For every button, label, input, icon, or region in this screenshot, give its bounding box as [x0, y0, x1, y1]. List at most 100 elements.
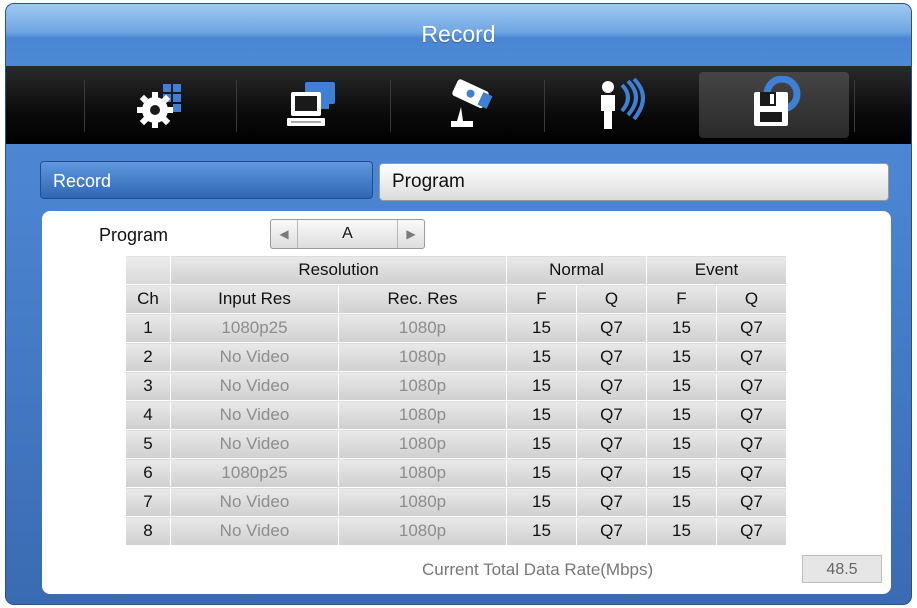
input-res-cell[interactable]: No Video [170, 516, 339, 546]
column-header-ch: Ch [125, 284, 171, 314]
column-header-event-f: F [646, 284, 717, 314]
normal-fps-cell[interactable]: 15 [506, 458, 577, 488]
data-rate-label: Current Total Data Rate(Mbps) [422, 560, 654, 579]
table-row: 8 No Video 1080p 15 Q7 15 Q7 [125, 516, 787, 546]
normal-quality-cell[interactable]: Q7 [576, 400, 647, 430]
input-res-cell[interactable]: No Video [170, 429, 339, 459]
normal-fps-cell[interactable]: 15 [506, 342, 577, 372]
camera-icon [451, 79, 493, 127]
column-group-event: Event [646, 255, 787, 285]
program-panel: Program ◀ A ▶ Resolution Normal Event Ch… [42, 211, 891, 594]
event-fps-cell[interactable]: 15 [646, 313, 717, 343]
rec-res-cell[interactable]: 1080p [338, 342, 507, 372]
event-quality-cell[interactable]: Q7 [716, 313, 787, 343]
event-quality-cell[interactable]: Q7 [716, 458, 787, 488]
normal-fps-cell[interactable]: 15 [506, 429, 577, 459]
content-area: Record Program Program ◀ A ▶ Resolution … [6, 144, 911, 604]
column-header-input-res: Input Res [170, 284, 339, 314]
table-header-blank [125, 255, 171, 285]
normal-fps-cell[interactable]: 15 [506, 516, 577, 546]
channel-cell: 2 [125, 342, 171, 372]
input-res-cell[interactable]: No Video [170, 342, 339, 372]
record-settings-table: Resolution Normal Event Ch Input Res Rec… [125, 255, 787, 546]
tab-program[interactable]: Program [379, 163, 889, 201]
event-fps-cell[interactable]: 15 [646, 371, 717, 401]
toolbar-separator [854, 80, 855, 132]
column-group-normal: Normal [506, 255, 647, 285]
channel-cell: 8 [125, 516, 171, 546]
event-quality-cell[interactable]: Q7 [716, 400, 787, 430]
table-row: 3 No Video 1080p 15 Q7 15 Q7 [125, 371, 787, 401]
normal-fps-cell[interactable]: 15 [506, 313, 577, 343]
channel-cell: 6 [125, 458, 171, 488]
tab-network[interactable] [238, 72, 388, 138]
event-quality-cell[interactable]: Q7 [716, 429, 787, 459]
normal-quality-cell[interactable]: Q7 [576, 487, 647, 517]
column-header-event-q: Q [716, 284, 787, 314]
tab-record-sub[interactable]: Record [40, 161, 373, 199]
event-fps-cell[interactable]: 15 [646, 429, 717, 459]
rec-res-cell[interactable]: 1080p [338, 400, 507, 430]
floppy-disk-icon [754, 76, 801, 126]
table-header-row: Ch Input Res Rec. Res F Q F Q [125, 284, 787, 314]
icon-toolbar [6, 66, 911, 144]
event-fps-cell[interactable]: 15 [646, 487, 717, 517]
event-fps-cell[interactable]: 15 [646, 342, 717, 372]
normal-quality-cell[interactable]: Q7 [576, 371, 647, 401]
normal-quality-cell[interactable]: Q7 [576, 429, 647, 459]
toolbar-separator [390, 80, 391, 132]
toolbar-separator [544, 80, 545, 132]
input-res-cell[interactable]: No Video [170, 371, 339, 401]
input-res-cell[interactable]: 1080p25 [170, 313, 339, 343]
chevron-right-icon[interactable]: ▶ [397, 220, 424, 248]
normal-quality-cell[interactable]: Q7 [576, 342, 647, 372]
tab-record[interactable] [699, 72, 849, 138]
normal-quality-cell[interactable]: Q7 [576, 313, 647, 343]
table-row: 1 1080p25 1080p 15 Q7 15 Q7 [125, 313, 787, 343]
event-fps-cell[interactable]: 15 [646, 458, 717, 488]
chevron-left-icon[interactable]: ◀ [271, 220, 298, 248]
event-sensor-icon [601, 77, 645, 129]
channel-cell: 3 [125, 371, 171, 401]
rec-res-cell[interactable]: 1080p [338, 487, 507, 517]
rec-res-cell[interactable]: 1080p [338, 371, 507, 401]
rec-res-cell[interactable]: 1080p [338, 313, 507, 343]
normal-fps-cell[interactable]: 15 [506, 487, 577, 517]
event-quality-cell[interactable]: Q7 [716, 487, 787, 517]
network-computer-icon [287, 82, 335, 126]
channel-cell: 1 [125, 313, 171, 343]
channel-cell: 7 [125, 487, 171, 517]
input-res-cell[interactable]: No Video [170, 487, 339, 517]
data-rate-value: 48.5 [802, 555, 882, 583]
table-row: 7 No Video 1080p 15 Q7 15 Q7 [125, 487, 787, 517]
input-res-cell[interactable]: 1080p25 [170, 458, 339, 488]
normal-fps-cell[interactable]: 15 [506, 400, 577, 430]
normal-quality-cell[interactable]: Q7 [576, 516, 647, 546]
rec-res-cell[interactable]: 1080p [338, 516, 507, 546]
normal-quality-cell[interactable]: Q7 [576, 458, 647, 488]
program-selector[interactable]: ◀ A ▶ [270, 219, 425, 249]
table-row: 4 No Video 1080p 15 Q7 15 Q7 [125, 400, 787, 430]
table-row: 5 No Video 1080p 15 Q7 15 Q7 [125, 429, 787, 459]
record-window: Record Record Program Program ◀ A ▶ Reso… [6, 4, 911, 604]
rec-res-cell[interactable]: 1080p [338, 429, 507, 459]
normal-fps-cell[interactable]: 15 [506, 371, 577, 401]
tab-system[interactable] [85, 72, 235, 138]
event-quality-cell[interactable]: Q7 [716, 342, 787, 372]
column-header-rec-res: Rec. Res [338, 284, 507, 314]
event-fps-cell[interactable]: 15 [646, 516, 717, 546]
input-res-cell[interactable]: No Video [170, 400, 339, 430]
table-group-header-row: Resolution Normal Event [125, 255, 787, 285]
table-row: 6 1080p25 1080p 15 Q7 15 Q7 [125, 458, 787, 488]
tab-camera[interactable] [392, 72, 542, 138]
event-fps-cell[interactable]: 15 [646, 400, 717, 430]
channel-cell: 4 [125, 400, 171, 430]
column-header-normal-q: Q [576, 284, 647, 314]
event-quality-cell[interactable]: Q7 [716, 371, 787, 401]
column-group-resolution: Resolution [170, 255, 507, 285]
event-quality-cell[interactable]: Q7 [716, 516, 787, 546]
tab-event[interactable] [546, 72, 696, 138]
table-row: 2 No Video 1080p 15 Q7 15 Q7 [125, 342, 787, 372]
rec-res-cell[interactable]: 1080p [338, 458, 507, 488]
channel-cell: 5 [125, 429, 171, 459]
